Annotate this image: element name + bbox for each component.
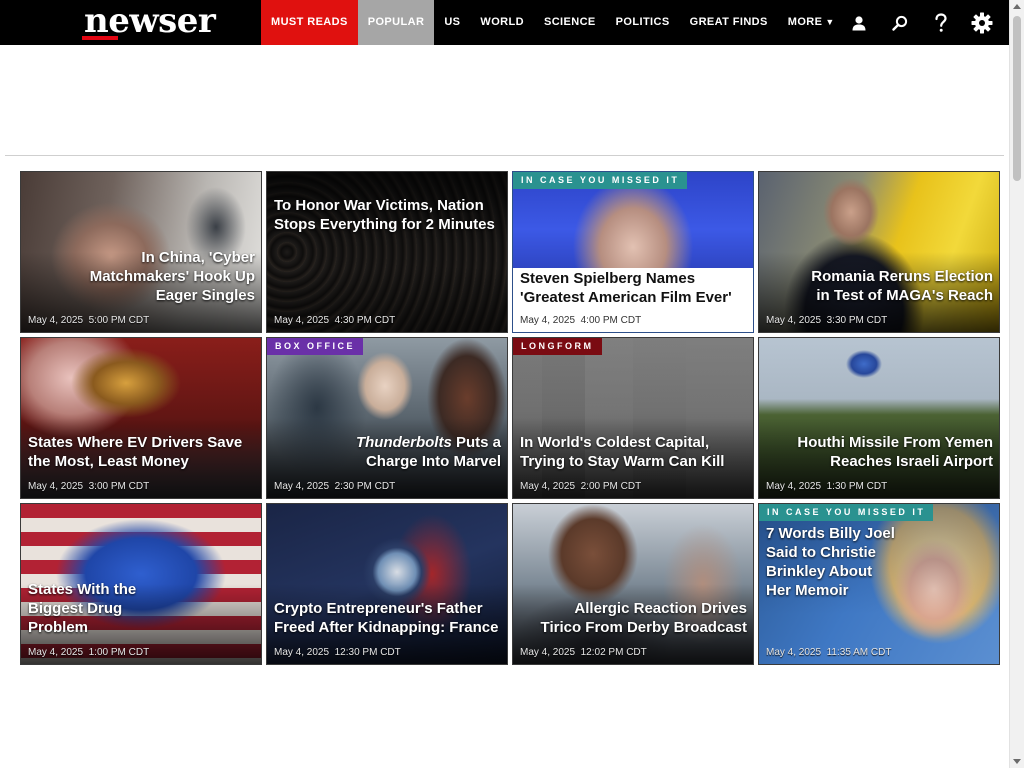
- nav-item-popular[interactable]: POPULAR: [357, 0, 435, 45]
- story-tile[interactable]: Romania Reruns Election in Test of MAGA'…: [758, 171, 1000, 333]
- story-badge: IN CASE YOU MISSED IT: [759, 504, 934, 521]
- nav-menu: MUST READS POPULAR US WORLD SCIENCE POLI…: [261, 0, 845, 45]
- newser-homepage: newser MUST READS POPULAR US WORLD SCIEN…: [0, 0, 1024, 768]
- story-tile[interactable]: States With the Biggest Drug Problem May…: [20, 503, 262, 665]
- user-icon[interactable]: [838, 0, 879, 45]
- caret-down-icon: ▼: [825, 17, 835, 27]
- scroll-down-arrow-icon[interactable]: [1013, 759, 1021, 764]
- story-headline-italic: Thunderbolts: [355, 434, 452, 451]
- scroll-up-arrow-icon[interactable]: [1013, 4, 1021, 9]
- story-tile[interactable]: Allergic Reaction Drives Tirico From Der…: [512, 503, 754, 665]
- story-timestamp: May 4, 2025 1:00 PM CDT: [28, 647, 150, 658]
- story-headline[interactable]: Thunderbolts Puts a Charge Into Marvel: [327, 433, 501, 471]
- story-headline[interactable]: Crypto Entrepreneur's Father Freed After…: [274, 599, 501, 637]
- story-headline[interactable]: In China, 'Cyber Matchmakers' Hook Up Ea…: [81, 248, 255, 305]
- story-tile[interactable]: To Honor War Victims, Nation Stops Every…: [266, 171, 508, 333]
- story-timestamp: May 4, 2025 12:30 PM CDT: [274, 647, 401, 658]
- story-timestamp: May 4, 2025 2:00 PM CDT: [520, 481, 642, 492]
- nav-item-more[interactable]: MORE ▼: [778, 0, 845, 45]
- story-timestamp: May 4, 2025 1:30 PM CDT: [766, 481, 888, 492]
- top-nav-bar: newser MUST READS POPULAR US WORLD SCIEN…: [0, 0, 1009, 45]
- story-timestamp: May 4, 2025 4:30 PM CDT: [274, 315, 396, 326]
- story-headline[interactable]: In World's Coldest Capital, Trying to St…: [520, 433, 747, 471]
- story-headline[interactable]: Romania Reruns Election in Test of MAGA'…: [799, 267, 993, 305]
- story-timestamp: May 4, 2025 4:00 PM CDT: [520, 315, 642, 326]
- story-tile[interactable]: LONGFORM In World's Coldest Capital, Try…: [512, 337, 754, 499]
- story-timestamp: May 4, 2025 12:02 PM CDT: [520, 647, 647, 658]
- story-headline[interactable]: To Honor War Victims, Nation Stops Every…: [274, 196, 501, 234]
- story-badge: IN CASE YOU MISSED IT: [513, 172, 688, 189]
- newser-logo[interactable]: newser: [84, 2, 216, 40]
- nav-item-politics[interactable]: POLITICS: [606, 0, 680, 45]
- nav-item-great-finds[interactable]: GREAT FINDS: [680, 0, 778, 45]
- story-tile[interactable]: Houthi Missile From Yemen Reaches Israel…: [758, 337, 1000, 499]
- page-scrollbar[interactable]: [1009, 0, 1024, 768]
- story-timestamp: May 4, 2025 2:30 PM CDT: [274, 481, 396, 492]
- story-tile[interactable]: IN CASE YOU MISSED IT 7 Words Billy Joel…: [758, 503, 1000, 665]
- gear-icon[interactable]: [961, 0, 1002, 45]
- story-tile[interactable]: In China, 'Cyber Matchmakers' Hook Up Ea…: [20, 171, 262, 333]
- story-timestamp: May 4, 2025 3:30 PM CDT: [766, 315, 888, 326]
- nav-item-science[interactable]: SCIENCE: [534, 0, 606, 45]
- story-badge: BOX OFFICE: [267, 338, 364, 355]
- story-timestamp: May 4, 2025 5:00 PM CDT: [28, 315, 150, 326]
- story-headline[interactable]: Houthi Missile From Yemen Reaches Israel…: [769, 433, 993, 471]
- story-tile[interactable]: BOX OFFICE Thunderbolts Puts a Charge In…: [266, 337, 508, 499]
- story-headline[interactable]: 7 Words Billy Joel Said to Christie Brin…: [766, 524, 899, 600]
- nav-item-must-reads[interactable]: MUST READS: [261, 0, 358, 45]
- story-timestamp: May 4, 2025 3:00 PM CDT: [28, 481, 150, 492]
- story-badge: LONGFORM: [513, 338, 602, 355]
- nav-item-more-label: MORE: [787, 16, 823, 28]
- nav-icon-group: [838, 0, 1002, 45]
- story-tile[interactable]: IN CASE YOU MISSED IT Steven Spielberg N…: [512, 171, 754, 333]
- story-timestamp: May 4, 2025 11:35 AM CDT: [766, 647, 892, 658]
- search-icon[interactable]: [879, 0, 920, 45]
- story-headline[interactable]: Allergic Reaction Drives Tirico From Der…: [533, 599, 747, 637]
- story-tile[interactable]: States Where EV Drivers Save the Most, L…: [20, 337, 262, 499]
- story-headline[interactable]: States With the Biggest Drug Problem: [28, 580, 181, 637]
- scrollbar-thumb[interactable]: [1013, 16, 1021, 181]
- help-icon[interactable]: [920, 0, 961, 45]
- story-tile[interactable]: Crypto Entrepreneur's Father Freed After…: [266, 503, 508, 665]
- nav-item-us[interactable]: US: [434, 0, 470, 45]
- story-headline[interactable]: States Where EV Drivers Save the Most, L…: [28, 433, 255, 471]
- nav-item-world[interactable]: WORLD: [470, 0, 534, 45]
- logo-accent-bar: [82, 36, 118, 40]
- story-headline[interactable]: Steven Spielberg Names 'Greatest America…: [520, 269, 747, 307]
- ad-area-divider: [5, 155, 1004, 156]
